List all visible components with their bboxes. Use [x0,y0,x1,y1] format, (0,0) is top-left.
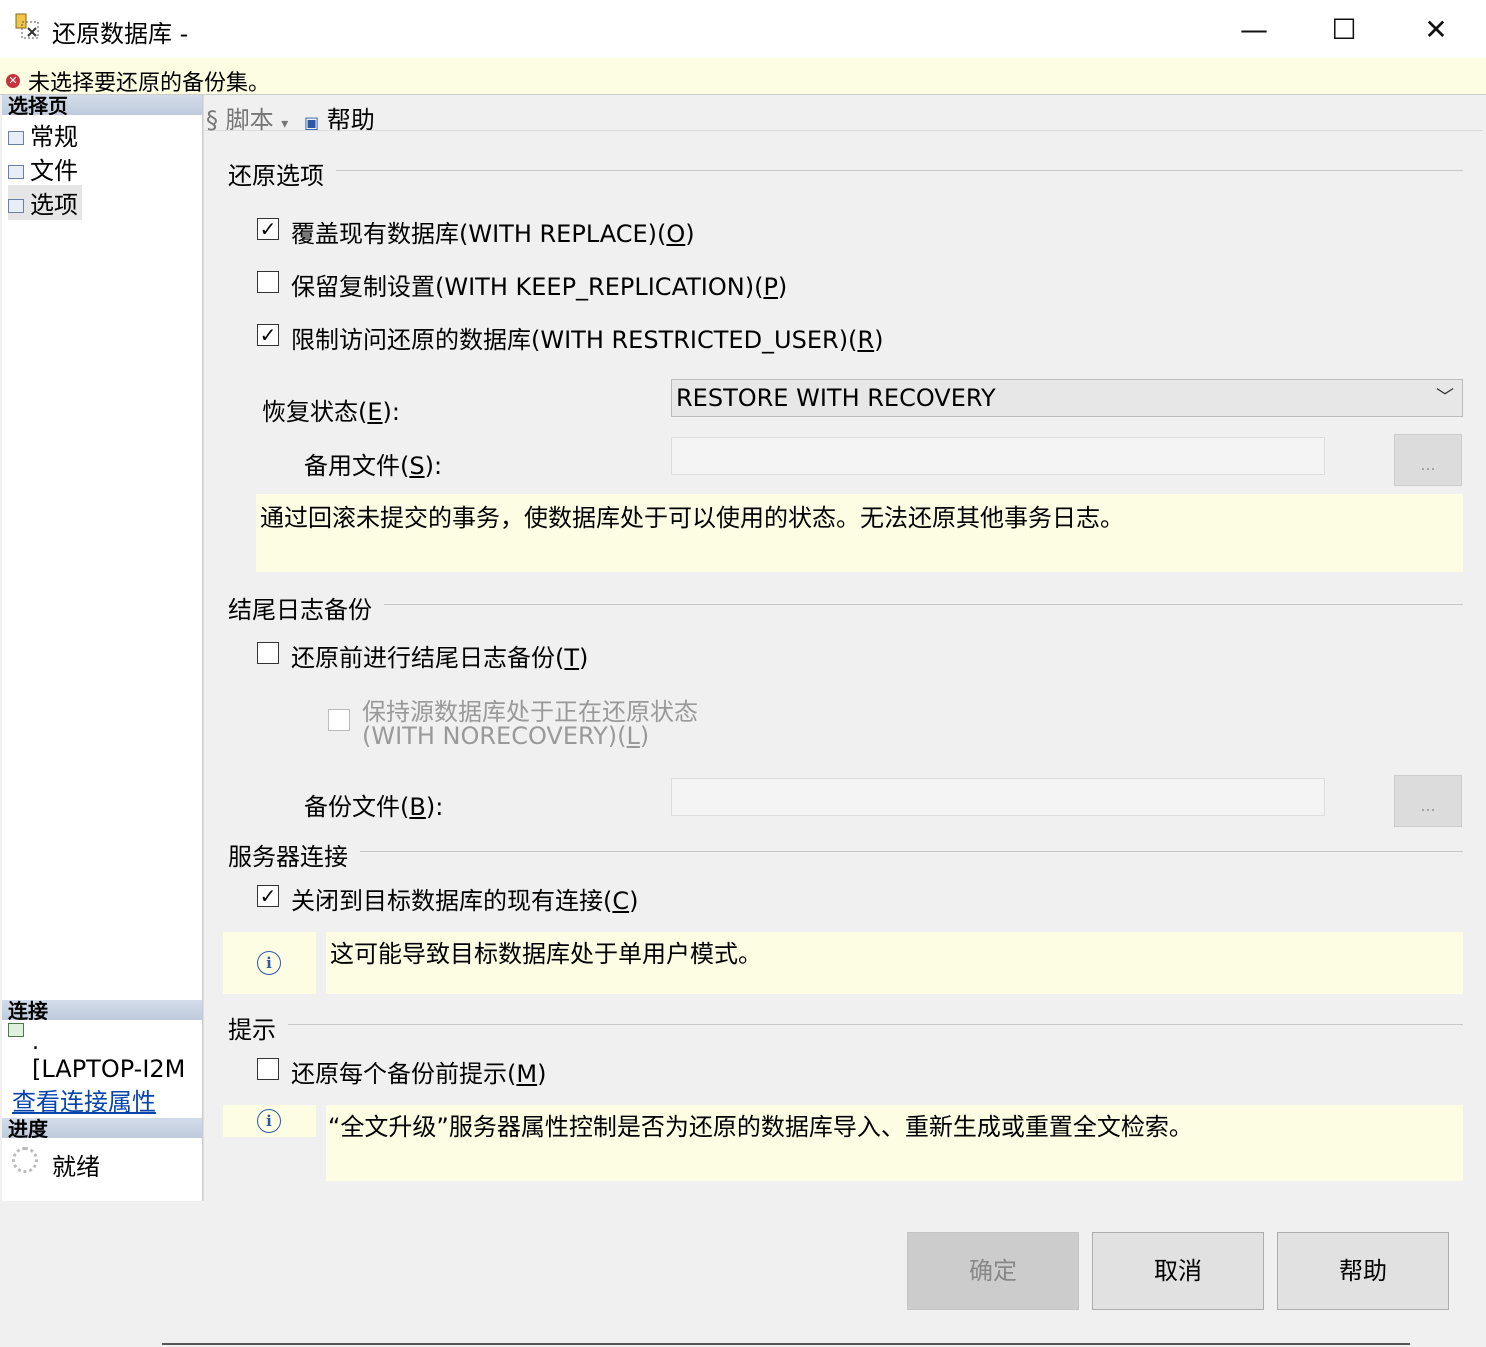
page-icon [8,131,24,145]
help-toolbar-button[interactable]: ▣ 帮助 [304,100,375,135]
progress-header: 进度 [2,1118,202,1138]
script-button[interactable]: § 脚本 ▾ [206,100,288,135]
server-connection-header: 服务器连接 [228,843,348,871]
page-item-general[interactable]: 常规 [8,117,78,152]
restore-options-header: 还原选项 [228,162,324,190]
backup-browse-button[interactable]: ... [1394,775,1462,827]
tail-log-label: 还原前进行结尾日志备份(T) [291,644,589,672]
progress-status: 就绪 [52,1153,100,1181]
close-connections-checkbox[interactable]: ✓ [257,885,279,907]
help-button[interactable]: 帮助 [1277,1232,1449,1310]
recovery-description: 通过回滚未提交的事务，使数据库处于可以使用的状态。无法还原其他事务日志。 [260,504,1124,532]
tail-log-header: 结尾日志备份 [228,596,372,624]
help-toolbar-label: 帮助 [326,106,375,134]
backup-file-label: 备份文件(B): [304,793,444,821]
connection-server: [LAPTOP-I2M [32,1055,186,1083]
info-icon: i [257,951,281,975]
app-icon [14,12,42,42]
help-icon: ▣ [304,113,320,132]
page-item-label: 选项 [30,191,78,219]
recovery-state-label: 恢复状态(E): [262,398,400,426]
error-bar: ✕ 未选择要还原的备份集。 [0,58,1486,95]
fulltext-info-box: “全文升级”服务器属性控制是否为还原的数据库导入、重新生成或重置全文检索。 [326,1105,1463,1181]
info-icon-cell: i [223,932,316,994]
group-divider [384,604,1463,605]
close-button[interactable]: ✕ [1406,10,1466,50]
recovery-state-value: RESTORE WITH RECOVERY [676,384,996,412]
server-icon [8,1023,24,1037]
info-icon-cell: i [223,1105,316,1137]
ok-button[interactable]: 确定 [907,1232,1079,1310]
restricted-user-checkbox[interactable]: ✓ [257,324,279,346]
toolbar-divider [203,130,1483,131]
standby-file-input[interactable] [671,437,1325,475]
backup-file-input[interactable] [671,778,1325,816]
prompt-before-checkbox[interactable] [257,1058,279,1080]
page-item-label: 文件 [30,157,78,185]
keep-replication-label: 保留复制设置(WITH KEEP_REPLICATION)(P) [291,273,788,301]
info-icon: i [257,1109,281,1133]
page-icon [8,199,24,213]
tail-log-checkbox[interactable] [257,642,279,664]
prompt-before-label: 还原每个备份前提示(M) [291,1060,547,1088]
cancel-button[interactable]: 取消 [1092,1232,1264,1310]
connection-info-text: 这可能导致目标数据库处于单用户模式。 [330,940,762,968]
recovery-state-select[interactable]: RESTORE WITH RECOVERY ﹀ [671,379,1463,417]
dropdown-arrow-icon: ▾ [281,116,289,132]
spinner-icon [12,1147,38,1173]
page-item-label: 常规 [30,123,78,151]
select-page-header: 选择页 [2,95,202,115]
recovery-description-box: 通过回滚未提交的事务，使数据库处于可以使用的状态。无法还原其他事务日志。 [256,494,1463,572]
fulltext-info-text: “全文升级”服务器属性控制是否为还原的数据库导入、重新生成或重置全文检索。 [328,1113,1193,1141]
keep-replication-checkbox[interactable] [257,271,279,293]
connection-dot: . [32,1030,39,1055]
page-icon [8,165,24,179]
group-divider [288,1024,1463,1025]
bottom-edge [162,1343,1410,1345]
standby-browse-button[interactable]: ... [1394,434,1462,486]
page-item-files[interactable]: 文件 [8,151,78,186]
prompt-header: 提示 [228,1016,276,1044]
left-pane: 选择页 常规 文件 选项 连接 . [LAPTOP-I2M 查看连接属性 进度 … [2,95,203,1201]
error-message: 未选择要还原的备份集。 [28,71,271,95]
minimize-button[interactable]: — [1224,10,1284,50]
restricted-user-label: 限制访问还原的数据库(WITH RESTRICTED_USER)(R) [291,326,884,354]
view-connection-link[interactable]: 查看连接属性 [12,1082,156,1117]
window-title: 还原数据库 - [52,20,189,48]
group-divider [336,170,1463,171]
script-icon: § [206,106,218,134]
group-divider [360,851,1463,852]
chevron-down-icon: ﹀ [1436,387,1454,408]
title-bar: 还原数据库 - — ☐ ✕ [0,0,1486,58]
standby-file-label: 备用文件(S): [304,452,443,480]
maximize-button[interactable]: ☐ [1314,10,1374,50]
replace-label: 覆盖现有数据库(WITH REPLACE)(O) [291,220,695,248]
replace-checkbox[interactable]: ✓ [257,218,279,240]
error-icon: ✕ [6,74,20,88]
connection-header: 连接 [2,1000,202,1020]
connection-info-box: 这可能导致目标数据库处于单用户模式。 [326,932,1463,994]
norecovery-label-line2: (WITH NORECOVERY)(L) [362,722,650,750]
norecovery-checkbox[interactable] [328,709,350,731]
script-label: 脚本 [225,106,274,134]
page-item-options[interactable]: 选项 [8,185,82,220]
close-connections-label: 关闭到目标数据库的现有连接(C) [291,887,639,915]
